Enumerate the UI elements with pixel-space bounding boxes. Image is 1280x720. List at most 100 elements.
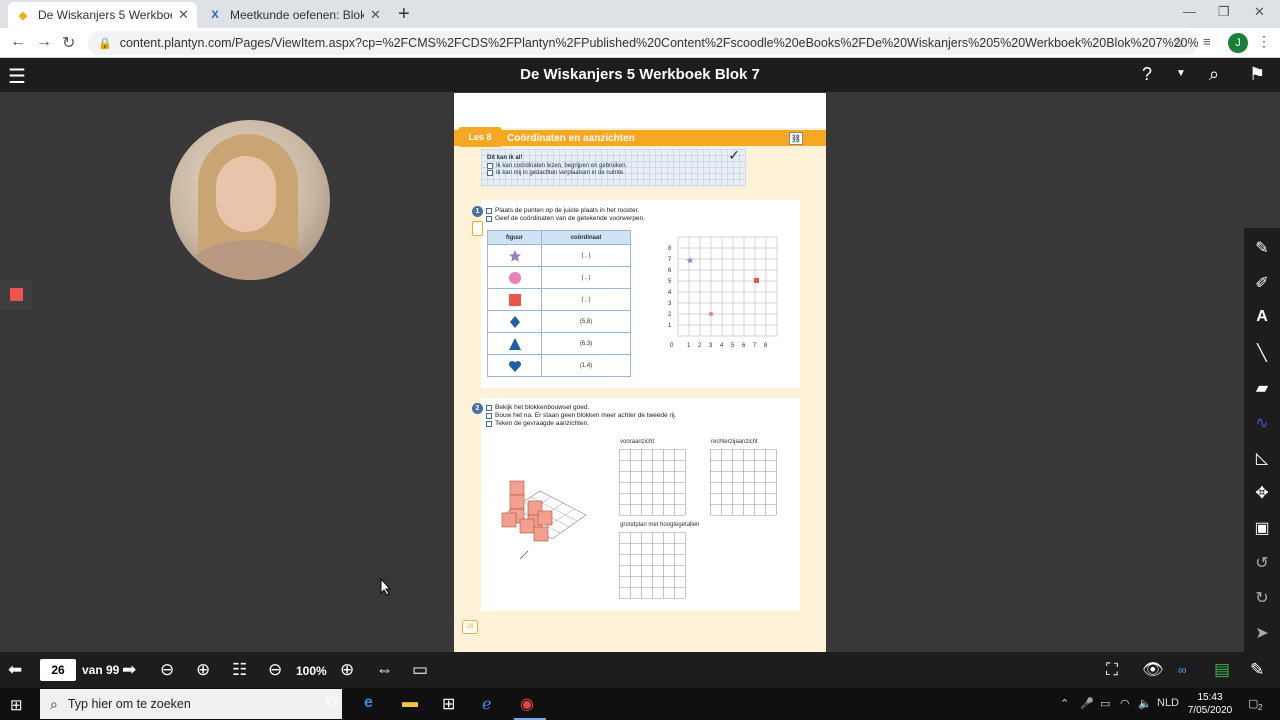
browser-tab-active[interactable]: ◆ De Wiskanjers 5 Werkboek Blok 7 ✕	[8, 2, 197, 28]
goal-checkbox[interactable]	[487, 170, 493, 176]
page-number-input[interactable]	[40, 659, 76, 681]
microphone-icon[interactable]: 🎤	[1080, 697, 1094, 710]
front-view-grid[interactable]	[619, 449, 687, 517]
eraser-icon[interactable]: ▰	[1244, 378, 1280, 398]
square-icon	[487, 288, 542, 311]
zoom-out-icon[interactable]: ⊖	[268, 660, 282, 680]
clock[interactable]: 15:43 7/05/2020	[1182, 691, 1238, 717]
coordinate-cell[interactable]: (1,4)	[541, 354, 631, 377]
lock-icon: 🔒	[98, 37, 112, 50]
viewer-bottom-bar: ⬅ van 99 ➡ ⊖ ⊕ ☷ ⊖ 100% ⊕ ⇔ ▭ ⛶ 👁 ∞ ▤ ✎	[0, 652, 1280, 688]
redo-icon[interactable]: ↻	[1244, 588, 1280, 608]
undo-icon[interactable]: ↺	[1244, 553, 1280, 573]
language-indicator[interactable]: NLD	[1157, 697, 1179, 709]
table-row: (1,4)	[487, 354, 631, 377]
reload-icon[interactable]: ↻	[62, 33, 75, 53]
coordinate-cell[interactable]: (5,8)	[541, 310, 631, 333]
zoom-level: 100%	[296, 664, 327, 678]
zoom-in-icon[interactable]: ⊕	[340, 660, 354, 680]
lesson-badge: Les 8	[459, 127, 501, 147]
grid-y-label: 8	[668, 246, 672, 252]
image-icon[interactable]: ▣	[1244, 518, 1280, 538]
exercise-1-number: 1	[472, 206, 483, 217]
coordinate-cell[interactable]: ( , )	[541, 266, 631, 289]
highlighter-icon[interactable]: ✐	[1244, 273, 1280, 293]
pointer-icon[interactable]: ➤	[1244, 623, 1280, 643]
line-tool-icon[interactable]: ╲	[1244, 343, 1280, 363]
instruction-checkbox[interactable]	[486, 404, 492, 411]
app-header: ☰ De Wiskanjers 5 Werkboek Blok 7 ? ▼ ⌕ …	[0, 58, 1280, 92]
chrome-icon[interactable]: ◉	[520, 694, 534, 714]
edge-icon[interactable]: e	[364, 694, 373, 712]
new-tab-icon[interactable]: +	[398, 3, 410, 26]
previous-page-icon[interactable]: ⬅	[8, 660, 22, 680]
ruler-icon[interactable]: ◺	[1244, 448, 1280, 468]
star-icon	[487, 244, 542, 267]
mouse-cursor-icon	[380, 578, 392, 596]
move-icon[interactable]: ✥	[1244, 483, 1280, 503]
pencil-icon[interactable]: ✎	[1244, 238, 1280, 258]
minimize-icon[interactable]: —	[1183, 4, 1196, 19]
bookmark-icon[interactable]: ⚑	[1249, 64, 1265, 85]
back-icon[interactable]: ←	[10, 33, 26, 51]
freehand-icon[interactable]: ∿	[1244, 413, 1280, 433]
tab-title: De Wiskanjers 5 Werkboek Blok 7	[38, 8, 172, 22]
instruction-checkbox[interactable]	[486, 420, 492, 427]
url-field[interactable]: 🔒 content.plantyn.com/Pages/ViewItem.asp…	[88, 31, 1198, 55]
close-window-icon[interactable]: ✕	[1254, 4, 1265, 20]
wifi-icon[interactable]: ◠	[1120, 697, 1130, 710]
table-row: ( , )	[487, 266, 631, 289]
tray-chevron-icon[interactable]: ⌃	[1060, 697, 1069, 710]
coordinate-cell[interactable]: (6,3)	[541, 332, 631, 355]
internet-explorer-icon[interactable]: ℯ	[482, 694, 491, 714]
save-icon[interactable]: ▤	[1214, 660, 1230, 680]
coordinate-grid[interactable]: 0 1 2 3 4 5 6 7 8 8 7 6 5 4 3 2 1	[664, 236, 784, 351]
learning-goals: Dit kan ik al! Ik kan coördinaten lezen,…	[481, 147, 746, 187]
help-icon[interactable]: ?	[1142, 64, 1152, 85]
show-annotations-icon[interactable]: 👁	[1142, 660, 1164, 680]
windows-start-icon[interactable]: ⊞	[10, 696, 23, 714]
file-explorer-icon[interactable]: ▬	[402, 694, 418, 712]
ground-plan-label: grondplan met hoogtegetallen	[620, 522, 700, 528]
volume-icon[interactable]: 🔈	[1138, 697, 1152, 710]
exercise-1-instructions: Plaats de punten op de juiste plaats in …	[486, 207, 645, 223]
search-icon[interactable]: ⌕	[1209, 64, 1219, 85]
help-dropdown-icon[interactable]: ▼	[1176, 68, 1186, 79]
coordinate-cell[interactable]: ( , )	[541, 244, 631, 267]
instruction-checkbox[interactable]	[486, 207, 492, 214]
notification-icon[interactable]: ▢	[1248, 697, 1258, 710]
fullscreen-icon[interactable]: ⛶	[1106, 660, 1118, 680]
extension-icon[interactable]: ≡	[1203, 34, 1211, 49]
right-view-grid[interactable]	[710, 449, 778, 517]
close-tab-icon[interactable]: ✕	[178, 7, 189, 23]
restore-icon[interactable]: ❐	[1218, 4, 1230, 20]
annotate-pen-icon[interactable]: ✎	[1250, 660, 1264, 680]
instruction-checkbox[interactable]	[486, 412, 492, 419]
close-tab-icon[interactable]: ✕	[370, 7, 381, 23]
next-page-icon[interactable]: ➡	[122, 660, 136, 680]
ground-plan-grid[interactable]	[619, 532, 687, 600]
goal-checkbox[interactable]	[487, 163, 493, 169]
table-of-contents-icon[interactable]: ☷	[232, 660, 247, 680]
text-tool-icon[interactable]: A	[1244, 308, 1280, 326]
grid-x-label: 2	[698, 343, 702, 349]
coordinate-cell[interactable]: ( , )	[541, 288, 631, 311]
task-view-icon[interactable]: ⧉	[326, 694, 337, 712]
bookmark-star-icon[interactable]: ☆	[1172, 34, 1185, 51]
x-favicon-icon: X	[211, 9, 219, 21]
presentation-icon[interactable]: ▭	[412, 660, 428, 680]
forward-icon[interactable]: →	[36, 33, 52, 51]
profile-avatar[interactable]: J	[1228, 33, 1248, 53]
record-button[interactable]	[0, 280, 32, 310]
fit-width-icon[interactable]: ⇔	[376, 660, 393, 680]
scoodle-icon[interactable]: ∞	[1178, 663, 1187, 677]
store-icon[interactable]: ⊞	[442, 694, 455, 714]
battery-icon[interactable]: ▭	[1100, 697, 1110, 710]
first-page-icon[interactable]: ⊖	[160, 660, 174, 680]
taskbar-search[interactable]: ⌕ Typ hier om te zoeken	[40, 689, 342, 719]
browser-tab-inactive[interactable]: X Meetkunde oefenen: Blokkenbouwsels ✕	[200, 2, 389, 28]
link-icon[interactable]: ⛓	[789, 132, 803, 145]
last-page-icon[interactable]: ⊕	[196, 660, 210, 680]
instruction-checkbox[interactable]	[486, 215, 492, 222]
browser-menu-icon[interactable]: ⋮	[1257, 33, 1271, 50]
